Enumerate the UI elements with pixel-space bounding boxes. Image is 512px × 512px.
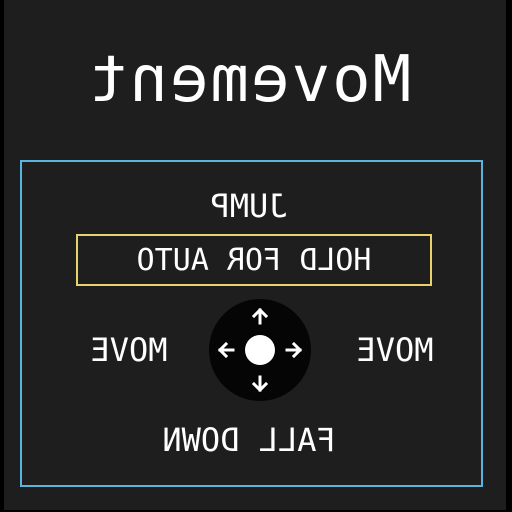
arrow-right-icon — [285, 341, 303, 359]
move-left-label: MOVE — [90, 331, 168, 369]
hold-for-auto-box: HOLD FOR AUTO — [76, 234, 432, 286]
joystick-arrows-icon — [217, 307, 303, 393]
fall-down-label: FALL DOWN — [162, 421, 336, 459]
move-right-label: MOVE — [356, 331, 434, 369]
hold-for-auto-label: HOLD FOR AUTO — [136, 243, 372, 278]
arrow-down-icon — [251, 375, 269, 393]
joystick-icon — [209, 299, 311, 401]
arrow-left-icon — [217, 341, 235, 359]
screen-title: Movement — [86, 43, 412, 117]
arrow-up-icon — [251, 307, 269, 325]
jump-label: JUMP — [210, 187, 288, 225]
joystick-knob — [245, 335, 275, 365]
movement-screen: Movement JUMP HOLD FOR AUTO MOVE MOVE FA… — [4, 0, 506, 510]
